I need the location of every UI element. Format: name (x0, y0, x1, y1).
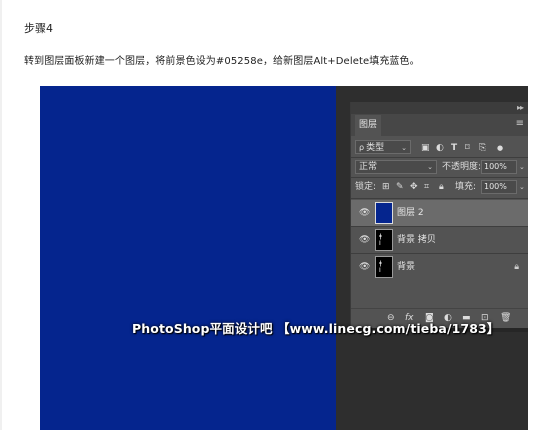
eye-icon[interactable]: 👁︎ (359, 234, 370, 246)
eye-icon[interactable]: 👁︎ (359, 261, 370, 273)
lock-label: 锁定: (355, 182, 377, 192)
filter-toggle-icon[interactable]: ● (497, 141, 503, 155)
layer-name: 背景 拷贝 (397, 235, 436, 245)
opacity-value: 100% (484, 162, 507, 171)
blend-mode-select[interactable]: 正常 ⌄ (355, 160, 437, 174)
thumbnail-glyph-icon: ǂI (379, 233, 382, 247)
type-filter-icon[interactable]: T (451, 141, 457, 155)
divider (351, 198, 528, 199)
opacity-field[interactable]: 100% (481, 160, 517, 174)
step-instruction: 转到图层面板新建一个图层，将前景色设为#05258e，给新图层Alt+Delet… (24, 56, 420, 67)
lock-icon: 🔒︎ (514, 262, 519, 272)
search-icon: ρ (359, 143, 365, 152)
lock-move-icon[interactable]: ✥ (410, 180, 418, 194)
fill-field[interactable]: 100% (481, 180, 517, 194)
image-filter-icon[interactable]: ▣ (421, 141, 430, 155)
double-chevron-right-icon[interactable]: ▸▸ (517, 102, 524, 114)
thumbnail-glyph-icon: ǂI (379, 260, 382, 274)
step-title: 步骤4 (24, 22, 53, 35)
filter-kind-select[interactable]: ρ 类型 ⌄ (355, 140, 411, 154)
blend-mode-value: 正常 (359, 162, 378, 172)
chevron-down-icon: ⌄ (427, 163, 433, 171)
page-left-edge (0, 0, 2, 430)
opacity-label: 不透明度: (442, 162, 482, 172)
chevron-down-icon: ⌄ (401, 144, 407, 152)
layer-thumbnail: ǂI (375, 256, 393, 278)
layer-thumbnail: ǂI (375, 229, 393, 251)
divider (351, 177, 528, 178)
panel-menu-icon[interactable]: ≡ (516, 118, 524, 130)
layer-name: 背景 (397, 262, 416, 272)
adjustment-filter-icon[interactable]: ◐ (436, 141, 444, 155)
layer-row[interactable]: 👁︎ ǂI 背景 拷贝 (351, 227, 528, 253)
eye-icon[interactable]: 👁︎ (359, 207, 370, 219)
fill-value: 100% (484, 182, 507, 191)
layers-panel: ▸▸ 图层 ≡ ρ 类型 ⌄ ▣ ◐ T ⌑ ⎘ ● 正常 ⌄ 不透明度: 100… (350, 102, 528, 329)
filter-kind-value: 类型 (366, 143, 385, 153)
smartobject-filter-icon[interactable]: ⎘ (479, 141, 486, 155)
opacity-chevron-icon[interactable]: ⌄ (519, 160, 525, 174)
blue-filled-canvas (40, 86, 336, 430)
lock-artboard-icon[interactable]: ⌗ (424, 180, 429, 194)
fill-label: 填充: (455, 182, 477, 192)
layer-row[interactable]: 👁︎ 图层 2 (351, 200, 528, 226)
layer-name: 图层 2 (397, 208, 424, 218)
layer-thumbnail (375, 202, 393, 224)
lock-all-icon[interactable]: 🔒︎ (439, 180, 444, 194)
layer-row[interactable]: 👁︎ ǂI 背景 🔒︎ (351, 254, 528, 280)
divider (351, 157, 528, 158)
shape-filter-icon[interactable]: ⌑ (465, 141, 470, 155)
photoshop-screenshot: ▸▸ 图层 ≡ ρ 类型 ⌄ ▣ ◐ T ⌑ ⎘ ● 正常 ⌄ 不透明度: 100… (40, 86, 528, 430)
fill-chevron-icon[interactable]: ⌄ (519, 180, 525, 194)
panel-top-strip: ▸▸ (351, 102, 528, 114)
watermark-text: PhotoShop平面设计吧 【www.linecg.com/tieba/178… (132, 321, 500, 336)
lock-transparent-icon[interactable]: ⊞ (382, 180, 390, 194)
lock-paint-icon[interactable]: ✎ (396, 180, 404, 194)
tab-layers[interactable]: 图层 (355, 115, 381, 136)
